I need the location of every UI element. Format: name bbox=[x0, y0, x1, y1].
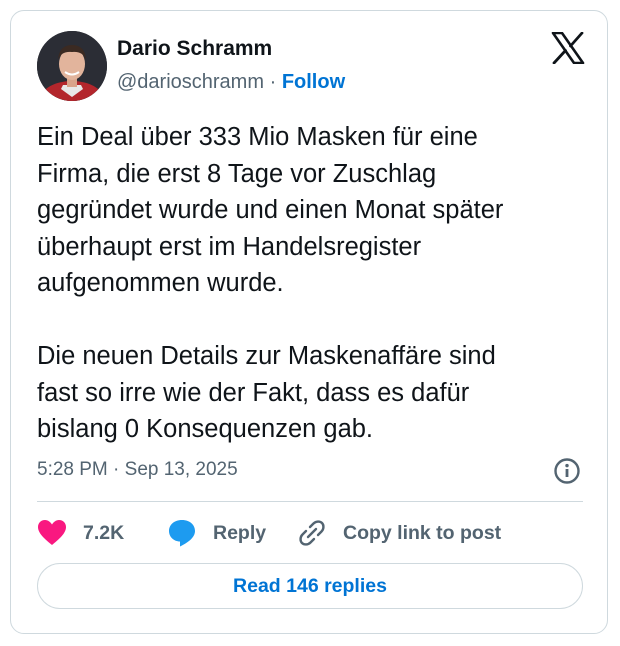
author-name[interactable]: Dario Schramm bbox=[117, 37, 272, 61]
link-icon bbox=[299, 520, 325, 546]
reply-bubble-icon bbox=[169, 520, 195, 547]
tweet-text: Ein Deal über 333 Mio Masken für eine Fi… bbox=[37, 123, 504, 443]
copy-link-button[interactable]: Copy link to post bbox=[297, 515, 501, 551]
author-handle-line: @darioschramm · Follow bbox=[117, 71, 345, 94]
handle-separator: · bbox=[269, 71, 277, 93]
tweet-timestamp[interactable]: 5:28 PM · Sep 13, 2025 bbox=[37, 459, 238, 481]
author-handle[interactable]: @darioschramm bbox=[117, 71, 264, 93]
reply-button[interactable]: Reply bbox=[167, 515, 266, 551]
read-replies-button[interactable]: Read 146 replies bbox=[37, 563, 583, 609]
reply-label: Reply bbox=[213, 521, 267, 544]
avatar[interactable] bbox=[37, 31, 107, 101]
divider bbox=[37, 501, 583, 502]
info-icon[interactable] bbox=[553, 457, 581, 485]
heart-icon bbox=[38, 520, 66, 545]
follow-button[interactable]: Follow bbox=[282, 71, 345, 93]
tweet-card: Dario Schramm @darioschramm · Follow Ein… bbox=[10, 10, 608, 634]
avatar-image bbox=[37, 31, 107, 101]
like-button[interactable]: 7.2K bbox=[37, 515, 124, 551]
copy-link-label: Copy link to post bbox=[343, 521, 502, 544]
like-count: 7.2K bbox=[83, 521, 125, 544]
x-logo-icon[interactable] bbox=[551, 32, 585, 64]
